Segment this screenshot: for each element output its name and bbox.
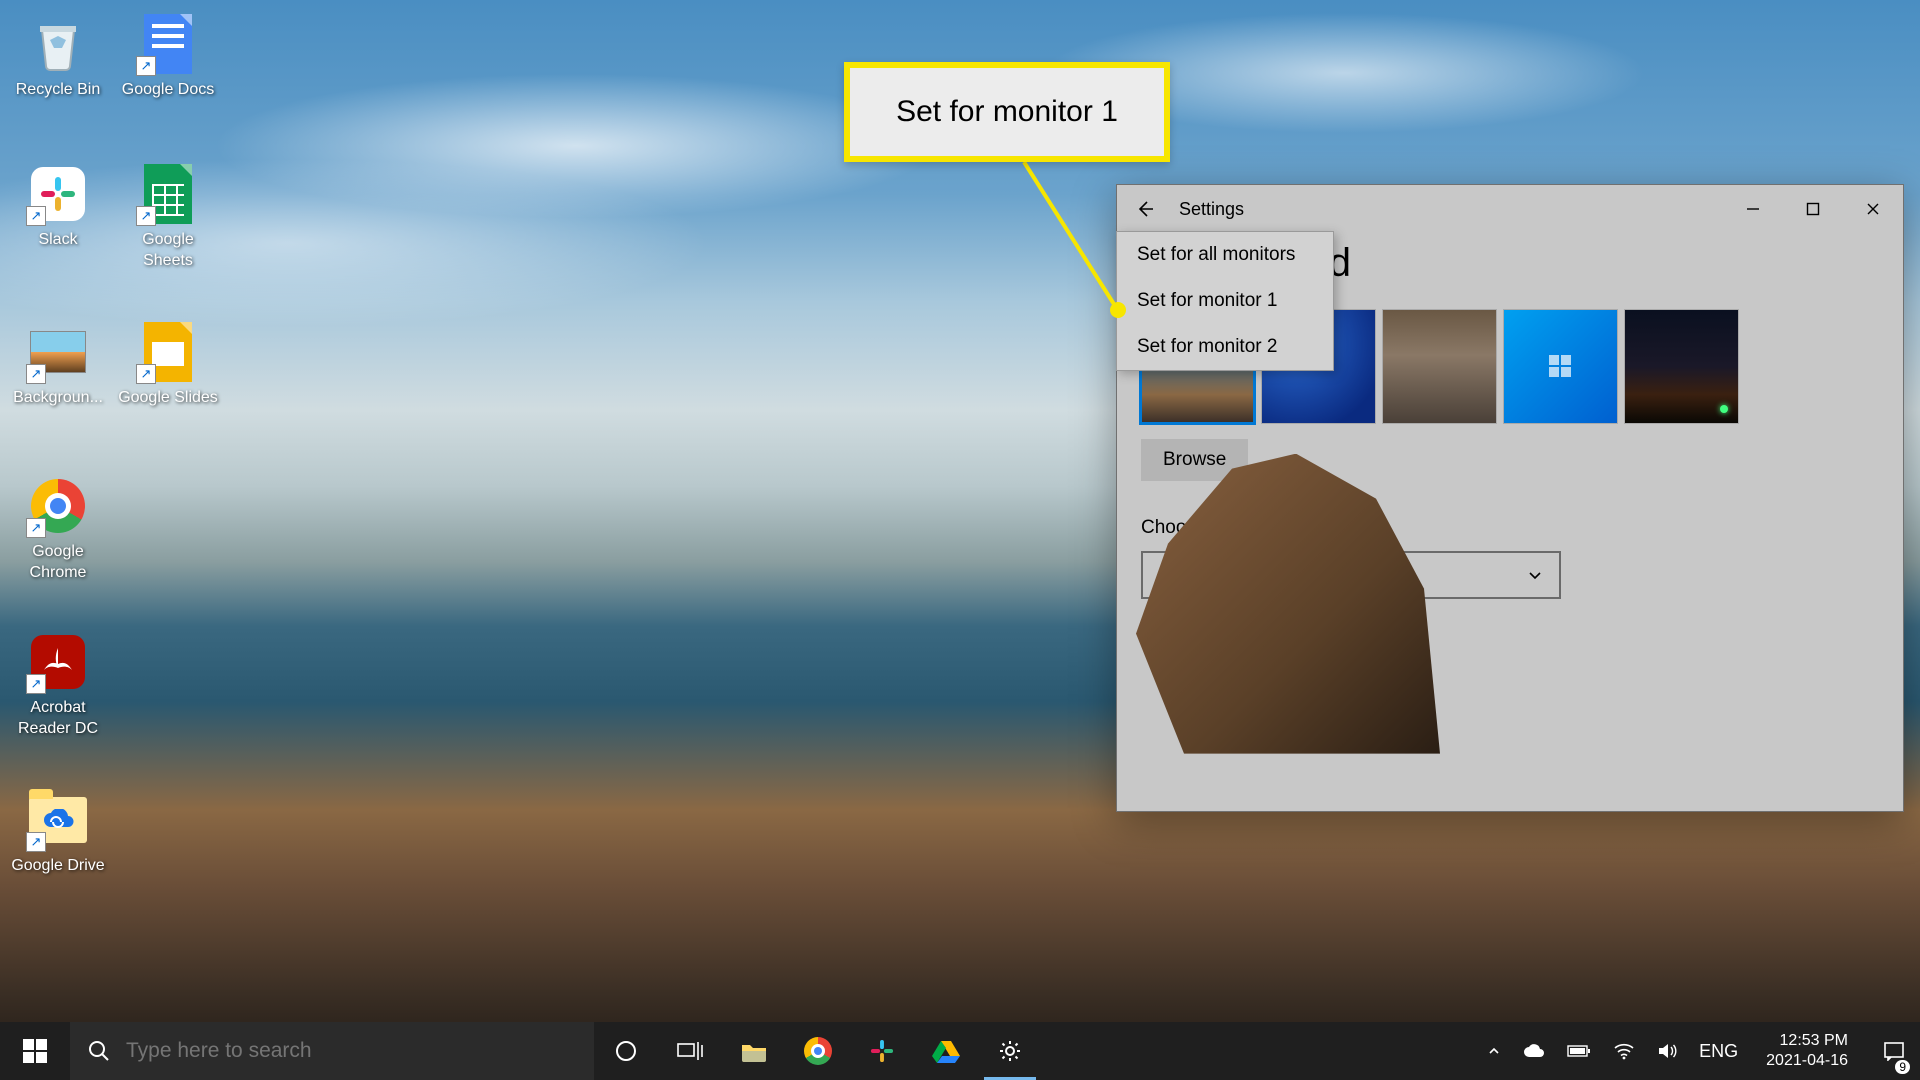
desktop-icon-label: Google Sheets [116,230,220,272]
desktop-icon-label: Google Docs [122,80,215,101]
close-icon [1866,202,1880,216]
image-file-icon: ↗ [26,320,90,384]
desktop-icon-label: Slack [38,230,77,251]
task-view-icon [677,1040,703,1062]
taskbar-slack[interactable] [850,1022,914,1080]
search-input[interactable] [126,1039,576,1063]
maximize-icon [1806,202,1820,216]
wallpaper-thumbnail[interactable] [1383,310,1496,423]
fit-label: Choose a fit [1141,517,1879,539]
google-drive-icon [932,1039,960,1063]
clock-date: 2021-04-16 [1766,1051,1848,1071]
taskbar-search[interactable] [70,1022,594,1080]
cloud-icon [1523,1043,1545,1059]
slack-icon: ↗ [26,162,90,226]
wifi-icon [1613,1042,1635,1060]
taskbar-task-view[interactable] [658,1022,722,1080]
desktop-icon-slack[interactable]: ↗ Slack [6,162,110,251]
tray-language[interactable]: ENG [1695,1022,1742,1080]
folder-icon: ↗ [26,788,90,852]
taskbar-file-explorer[interactable] [722,1022,786,1080]
shortcut-overlay-icon: ↗ [26,518,46,538]
browse-button[interactable]: Browse [1141,439,1248,481]
wallpaper-thumbnail[interactable] [1625,310,1738,423]
desktop-icon-chrome[interactable]: ↗ Google Chrome [6,474,110,584]
windows-logo-icon [23,1039,47,1063]
shortcut-overlay-icon: ↗ [26,674,46,694]
chrome-icon [804,1037,832,1065]
google-sheets-icon: ↗ [136,162,200,226]
tray-overflow[interactable] [1483,1022,1505,1080]
recycle-bin-icon [26,12,90,76]
shortcut-overlay-icon: ↗ [136,364,156,384]
taskbar-settings[interactable] [978,1022,1042,1080]
desktop-icon-google-slides[interactable]: ↗ Google Slides [116,320,220,409]
close-button[interactable] [1843,185,1903,233]
notification-badge: 9 [1895,1060,1910,1074]
wallpaper-thumbnail[interactable] [1504,310,1617,423]
desktop-icon-label: Backgroun... [13,388,103,409]
cortana-icon [614,1039,638,1063]
tray-volume[interactable] [1653,1022,1681,1080]
chevron-down-icon [1527,567,1543,583]
shortcut-overlay-icon: ↗ [136,56,156,76]
annotation-text: Set for monitor 1 [896,95,1118,129]
window-title: Settings [1179,199,1244,220]
battery-icon [1567,1044,1591,1058]
desktop-icon-recycle-bin[interactable]: Recycle Bin [6,12,110,101]
desktop-icon-google-drive[interactable]: ↗ Google Drive [6,788,110,877]
tray-notifications[interactable]: 9 [1872,1022,1916,1080]
file-explorer-icon [740,1039,768,1063]
chrome-icon: ↗ [26,474,90,538]
speaker-icon [1657,1042,1677,1060]
search-icon [88,1040,110,1062]
tray-clock[interactable]: 12:53 PM 2021-04-16 [1756,1031,1858,1071]
desktop-icon-acrobat[interactable]: ↗ Acrobat Reader DC [6,630,110,740]
shortcut-overlay-icon: ↗ [26,206,46,226]
desktop-icon-label: Recycle Bin [16,80,100,101]
cloud-sync-icon [41,809,75,831]
desktop-icon-background-image[interactable]: ↗ Backgroun... [6,320,110,409]
shortcut-overlay-icon: ↗ [26,832,46,852]
tray-onedrive[interactable] [1519,1022,1549,1080]
desktop-icon-label: Google Drive [11,856,104,877]
fit-dropdown[interactable]: Fill [1141,551,1561,599]
desktop-icon-google-docs[interactable]: ↗ Google Docs [116,12,220,101]
maximize-button[interactable] [1783,185,1843,233]
desktop-icon-label: Google Chrome [6,542,110,584]
clock-time: 12:53 PM [1766,1031,1848,1051]
taskbar-chrome[interactable] [786,1022,850,1080]
context-menu-item-monitor-2[interactable]: Set for monitor 2 [1117,324,1333,370]
desktop-icon-label: Acrobat Reader DC [6,698,110,740]
desktop-icon-google-sheets[interactable]: ↗ Google Sheets [116,162,220,272]
slack-icon [869,1038,895,1064]
system-tray[interactable]: ENG 12:53 PM 2021-04-16 9 [1483,1022,1920,1080]
google-slides-icon: ↗ [136,320,200,384]
window-titlebar[interactable]: Settings [1117,185,1903,233]
google-docs-icon: ↗ [136,12,200,76]
start-button[interactable] [0,1022,70,1080]
taskbar-cortana[interactable] [594,1022,658,1080]
notification-icon [1883,1041,1905,1061]
minimize-button[interactable] [1723,185,1783,233]
tray-wifi[interactable] [1609,1022,1639,1080]
chevron-up-icon [1487,1044,1501,1058]
taskbar-google-drive[interactable] [914,1022,978,1080]
fit-dropdown-value: Fill [1159,564,1183,586]
desktop-background[interactable]: Recycle Bin ↗ Slack ↗ Backgroun... ↗ Goo… [0,0,1920,1080]
minimize-icon [1746,202,1760,216]
taskbar[interactable]: ENG 12:53 PM 2021-04-16 9 [0,1022,1920,1080]
shortcut-overlay-icon: ↗ [26,364,46,384]
shortcut-overlay-icon: ↗ [136,206,156,226]
acrobat-icon: ↗ [26,630,90,694]
tray-battery[interactable] [1563,1022,1595,1080]
gear-icon [997,1038,1023,1064]
desktop-icon-label: Google Slides [118,388,218,409]
annotation-callout: Set for monitor 1 [844,62,1170,162]
annotation-endpoint-dot [1110,302,1126,318]
